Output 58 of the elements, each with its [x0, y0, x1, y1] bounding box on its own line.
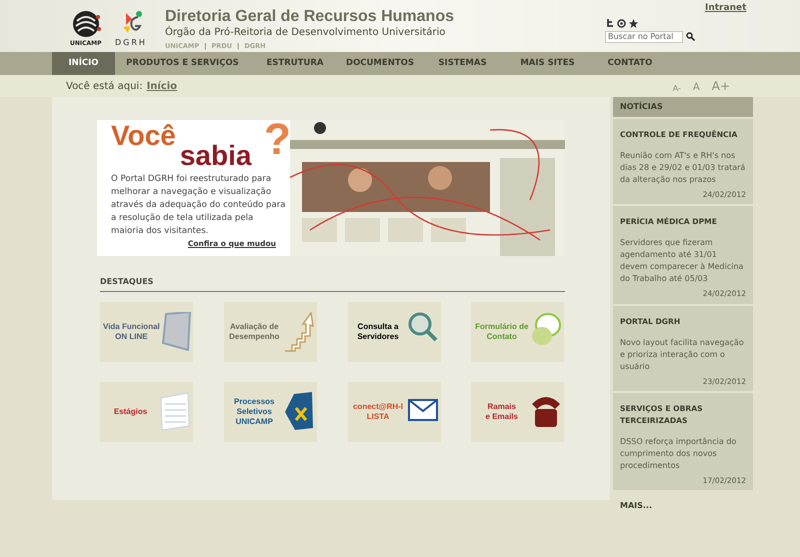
highlight-tile[interactable]: Estágios — [100, 382, 193, 442]
tile-caption: e Emails — [486, 412, 518, 422]
breadcrumb-label: Você está aqui: — [66, 80, 143, 94]
highlight-tile[interactable]: Processos Seletivos UNICAMP — [224, 382, 317, 442]
nav-tab[interactable]: CONTATO — [590, 52, 670, 75]
banner-text: O Portal DGRH foi reestruturado para melhorar a navegação e visualização através da adequação do conteúdo para a resolução de tela utilizada pela maioria dos visitantes. — [111, 173, 286, 238]
banner-heading: sabia — [180, 142, 252, 170]
highlight-tile[interactable]: Formulário de Contato — [471, 302, 564, 362]
news-text: Servidores que fizeram agendamento até 31/01 devem comparecer à Medicina do Trabalho até 05/03 — [620, 237, 744, 286]
tile-caption: Estágios — [114, 407, 148, 417]
star-icon — [629, 19, 638, 28]
tile-caption: Consulta a — [358, 322, 398, 332]
stairs-arrow-drawing — [284, 312, 314, 352]
university-emblem-icon — [70, 9, 101, 39]
price-tag-drawing — [284, 392, 314, 432]
highlight-tile[interactable]: Avaliação de Desempenho — [224, 302, 317, 362]
nav-tab[interactable]: INÍCIO — [52, 52, 115, 75]
banner-heading: Você — [111, 122, 176, 150]
font-size-button[interactable]: A- — [672, 83, 681, 95]
tile-caption: Ramais — [488, 402, 516, 412]
nav-tab[interactable]: SISTEMAS — [420, 52, 505, 75]
tile-caption: Vida Funcional — [103, 322, 160, 332]
highlight-tile[interactable]: Vida Funcional ON LINE — [100, 302, 193, 362]
news-text: Novo layout facilita navegação e prioriza interação com o usuário — [620, 336, 745, 372]
search-icon[interactable] — [686, 32, 695, 41]
site-title: Diretoria Geral de Recursos Humanos — [165, 7, 454, 26]
tile-caption: Avaliação de — [230, 322, 279, 332]
highlight-tile[interactable]: Consulta a Servidores — [348, 302, 440, 362]
breadcrumb-link[interactable]: Início — [146, 78, 178, 94]
tile-caption: Desempenho — [229, 332, 280, 342]
nav-tab[interactable]: ESTRUTURA — [250, 52, 340, 75]
tile-caption: conect@RH-l — [352, 402, 404, 412]
tile-caption: UNICAMP — [236, 417, 273, 427]
section-heading: DESTAQUES — [100, 276, 565, 292]
site-subtitle: Órgão da Pró-Reitoria de Desenvolvimento Universitário — [165, 26, 446, 39]
paper-note-drawing — [160, 392, 190, 432]
font-size-button[interactable]: A — [692, 80, 700, 95]
nav-tab[interactable]: PRODUTOS E SERVIÇOS — [115, 52, 250, 75]
tile-caption: Contato — [486, 332, 517, 342]
news-text: Reunião com AT's e RH's nos dias 28 e 29/02 e 01/03 tratará da alteração nos prazos — [620, 150, 746, 186]
highlight-tile[interactable]: conect@RH-l LISTA — [348, 382, 440, 442]
search-field[interactable]: Buscar no Portal — [605, 31, 683, 43]
tile-caption: ON LINE — [115, 332, 148, 342]
more-link[interactable]: MAIS... — [613, 500, 753, 512]
tile-caption: LISTA — [366, 412, 390, 422]
font-size-button[interactable]: A+ — [712, 77, 730, 95]
tile-caption: Servidores — [357, 332, 399, 342]
tile-caption: Seletivos — [236, 407, 272, 417]
tile-caption: Formulário de — [475, 322, 528, 332]
news-text: DSSO reforça importância do cumprimento dos novos procedimentos — [620, 436, 738, 472]
logo-text: DGRH — [115, 39, 147, 47]
question-mark: ? — [264, 118, 291, 162]
tile-caption: Processos — [234, 397, 274, 407]
nav-tab[interactable]: DOCUMENTOS — [340, 52, 420, 75]
nav-tab[interactable]: MAIS SITES — [505, 52, 590, 75]
intranet-link[interactable]: Intranet — [705, 2, 746, 16]
highlight-tile[interactable]: Ramais e Emails — [471, 382, 564, 442]
news-header: NOTÍCIAS — [613, 97, 753, 117]
